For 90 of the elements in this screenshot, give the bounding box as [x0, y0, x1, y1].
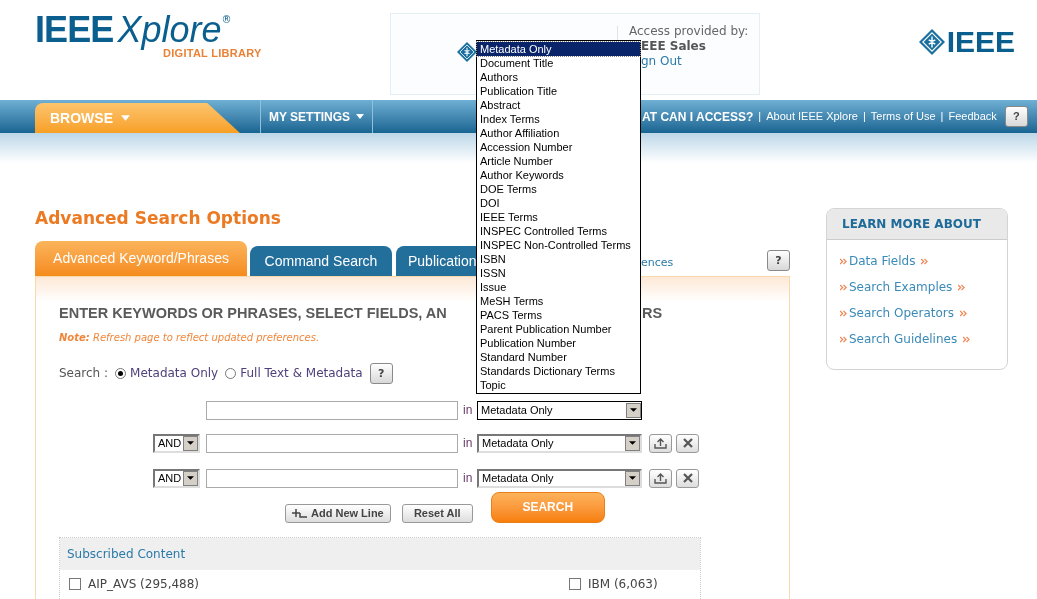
learn-more-link[interactable]: Search Guidelines	[849, 331, 958, 347]
access-label: Access provided by:	[629, 24, 749, 39]
in-label: in	[463, 435, 474, 453]
scope-radio[interactable]: Full Text & Metadata	[225, 364, 363, 383]
dropdown-option[interactable]: Standard Number	[477, 350, 640, 364]
form-heading: ENTER KEYWORDS OR PHRASES, SELECT FIELDS, AN	[59, 304, 448, 323]
double-chevron-icon	[840, 309, 847, 317]
dropdown-option[interactable]: Standards Dictionary Terms	[477, 364, 640, 378]
move-up-button[interactable]	[649, 433, 672, 453]
keyword-field[interactable]	[206, 468, 458, 488]
search-label: Search :	[59, 365, 109, 383]
reset-button[interactable]: Reset All	[401, 503, 473, 523]
dropdown-option[interactable]: Document Title	[477, 56, 640, 70]
double-chevron-icon	[840, 335, 847, 343]
remove-line-button[interactable]	[676, 468, 699, 488]
dropdown-option[interactable]: MeSH Terms	[477, 294, 640, 308]
double-chevron-icon	[840, 257, 847, 265]
nav-link[interactable]: Terms of Use	[870, 108, 936, 125]
caret-icon	[121, 115, 130, 121]
keyword-field[interactable]	[206, 400, 458, 420]
learn-more-link[interactable]: Search Operators	[849, 305, 954, 321]
add-line-icon	[292, 508, 308, 519]
close-icon	[682, 473, 693, 484]
learn-more-link[interactable]: Search Examples	[849, 279, 953, 295]
form-heading: RS	[642, 304, 663, 323]
content-checkbox[interactable]: AIP_AVS (295,488)	[69, 574, 569, 593]
dropdown-option[interactable]: Accession Number	[477, 140, 640, 154]
dropdown-option[interactable]: Article Number	[477, 154, 640, 168]
close-icon	[682, 438, 693, 449]
panel-title: LEARN MORE ABOUT	[842, 216, 981, 233]
dropdown-option[interactable]: Authors	[477, 70, 640, 84]
operator-select[interactable]: AND	[153, 468, 200, 488]
upload-arrow-icon	[654, 472, 667, 484]
content-checkbox[interactable]: IBM (6,063)	[569, 574, 658, 593]
double-chevron-icon	[960, 309, 967, 317]
link-separator: |	[940, 109, 944, 125]
field-select[interactable]: Metadata Only	[477, 468, 642, 488]
nav-link[interactable]: AT CAN I ACCESS?	[642, 107, 754, 126]
help-button[interactable]: ?	[767, 250, 790, 271]
in-label: in	[463, 470, 474, 488]
scope-radio[interactable]: Metadata Only	[115, 364, 219, 383]
dropdown-option[interactable]: Parent Publication Number	[477, 322, 640, 336]
dropdown-option[interactable]: Issue	[477, 280, 640, 294]
nav-link[interactable]: Feedback	[948, 108, 997, 125]
help-button[interactable]: ?	[1004, 106, 1028, 127]
caret-icon	[356, 114, 365, 119]
dropdown-option[interactable]: INSPEC Controlled Terms	[477, 224, 640, 238]
ieee-diamond-icon	[918, 28, 945, 56]
dropdown-option[interactable]: Index Terms	[477, 112, 640, 126]
upload-arrow-icon	[654, 437, 667, 449]
search-tab[interactable]: Command Search	[250, 246, 392, 276]
double-chevron-icon	[963, 335, 971, 343]
link-separator: |	[758, 109, 762, 125]
dropdown-option[interactable]: Publication Number	[477, 336, 640, 350]
in-label: in	[463, 402, 474, 420]
double-chevron-icon	[840, 283, 847, 291]
help-button[interactable]: ?	[369, 362, 393, 384]
keyword-field[interactable]	[206, 433, 458, 453]
sign-out-link[interactable]: gn Out	[641, 54, 749, 69]
dropdown-option[interactable]: Topic	[477, 378, 640, 392]
learn-more-link[interactable]: Data Fields	[849, 253, 916, 269]
double-chevron-icon	[958, 283, 966, 291]
dropdown-option[interactable]: Metadata Only	[477, 42, 640, 56]
access-organization: EEE Sales	[641, 39, 707, 54]
section-title: Subscribed Content	[67, 545, 186, 563]
dropdown-option[interactable]: Abstract	[477, 98, 640, 112]
preferences-link[interactable]: ences	[641, 254, 674, 271]
dropdown-option[interactable]: PACS Terms	[477, 308, 640, 322]
add-line-button[interactable]: Add New Line	[285, 503, 391, 523]
dropdown-option[interactable]: Author Keywords	[477, 168, 640, 182]
nav-link[interactable]: About IEEE Xplore	[766, 108, 858, 125]
link-separator: |	[862, 109, 866, 125]
registered-mark: ®	[221, 15, 232, 25]
field-select[interactable]: Metadata Only	[477, 433, 642, 453]
preferences-note: Note: Refresh page to reflect updated preferences.	[59, 330, 320, 345]
dropdown-option[interactable]: DOE Terms	[477, 182, 640, 196]
double-chevron-icon	[921, 257, 929, 265]
dropdown-option[interactable]: Author Affiliation	[477, 126, 640, 140]
logo-wordmark: IEEE	[35, 12, 114, 48]
page-title: Advanced Search Options	[35, 207, 281, 229]
field-select[interactable]: Metadata Only	[477, 400, 642, 420]
logo-script: Xplore	[117, 12, 222, 48]
logo-subtitle: DIGITAL LIBRARY	[163, 48, 262, 59]
operator-select[interactable]: AND	[153, 433, 200, 453]
remove-line-button[interactable]	[676, 433, 699, 453]
move-up-button[interactable]	[649, 468, 672, 488]
dropdown-option[interactable]: DOI	[477, 196, 640, 210]
ieee-logo-text: IEEE	[946, 27, 1015, 57]
dropdown-option[interactable]: Publication Title	[477, 84, 640, 98]
dropdown-option[interactable]: IEEE Terms	[477, 210, 640, 224]
